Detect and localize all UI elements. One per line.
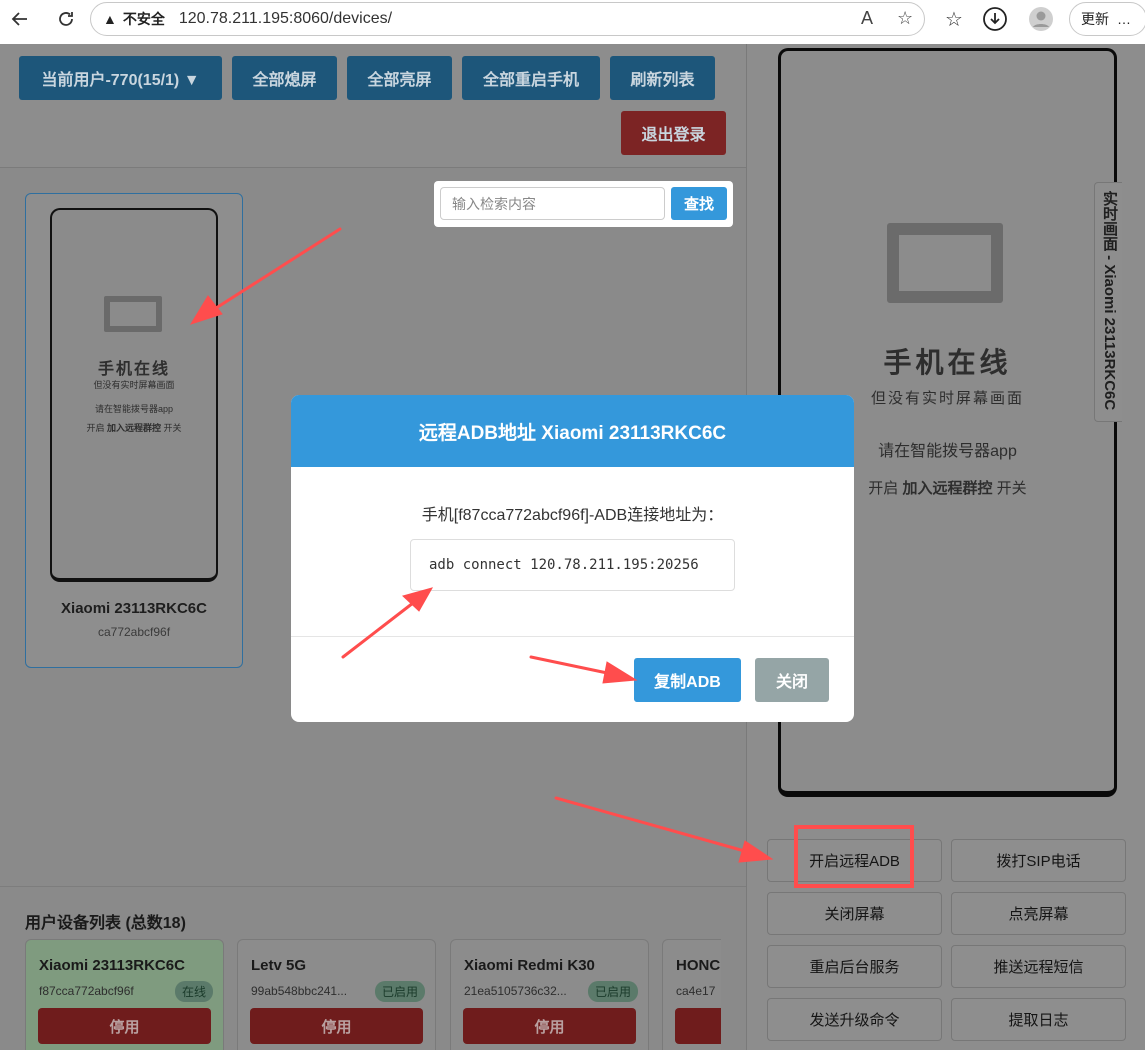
modal-footer: 复制ADB 关闭 xyxy=(291,636,854,722)
live-view-tab[interactable]: 实时画面 - Xiaomi 23113RKC6C xyxy=(1094,182,1122,422)
adb-command-field[interactable]: adb connect 120.78.211.195:20256 xyxy=(410,539,735,591)
restart-service-button[interactable]: 重启后台服务 xyxy=(767,945,942,988)
insecure-label: 不安全 xyxy=(122,11,165,27)
send-upgrade-button[interactable]: 发送升级命令 xyxy=(767,998,942,1041)
copy-adb-button[interactable]: 复制ADB xyxy=(634,658,741,702)
browser-toolbar: ▲ 不安全 120.78.211.195:8060/devices/ A ☆ ☆… xyxy=(0,0,1145,38)
status-badge: 已启用 xyxy=(587,981,638,1002)
favorites-list-icon[interactable]: ☆ xyxy=(940,5,968,33)
device-list-title: 用户设备列表 (总数18) xyxy=(25,915,186,932)
all-screen-off-button[interactable]: 全部熄屏 xyxy=(232,56,337,100)
list-item[interactable]: Letv 5G 99ab548bbc241... 已启用 停用 xyxy=(237,939,436,1050)
search-input[interactable]: 输入检索内容 xyxy=(440,187,665,220)
status-badge: 已启用 xyxy=(374,981,425,1002)
modal-title: 远程ADB地址 Xiaomi 23113RKC6C xyxy=(291,395,854,467)
disable-button[interactable]: 停用 xyxy=(250,1008,423,1044)
adb-modal: 远程ADB地址 Xiaomi 23113RKC6C 手机[f87cca772ab… xyxy=(291,395,854,722)
screen-off-button[interactable]: 关闭屏幕 xyxy=(767,892,942,935)
status-badge: 在线 xyxy=(174,981,213,1002)
back-arrow-icon[interactable] xyxy=(6,5,34,33)
disable-button[interactable]: 停用 xyxy=(38,1008,211,1044)
warning-triangle-icon: ▲ xyxy=(103,11,117,27)
modal-message: 手机[f87cca772abcf96f]-ADB连接地址为： xyxy=(421,507,724,524)
download-icon[interactable] xyxy=(981,5,1009,33)
list-item[interactable]: HONC ca4e17 xyxy=(662,939,721,1050)
all-reboot-button[interactable]: 全部重启手机 xyxy=(462,56,600,100)
device-list-section: 用户设备列表 (总数18) Xiaomi 23113RKC6C f87cca77… xyxy=(0,886,746,1050)
refresh-list-button[interactable]: 刷新列表 xyxy=(610,56,715,100)
list-item[interactable]: Xiaomi 23113RKC6C f87cca772abcf96f 在线 停用 xyxy=(25,939,224,1050)
placeholder-logo-icon xyxy=(104,296,162,332)
all-screen-on-button[interactable]: 全部亮屏 xyxy=(347,56,452,100)
list-item[interactable]: Xiaomi Redmi K30 21ea5105736c32... 已启用 停… xyxy=(450,939,649,1050)
current-user-dropdown[interactable]: 当前用户-770(15/1) ▼ xyxy=(19,56,222,100)
update-button[interactable]: 更新 … xyxy=(1069,2,1145,36)
search-button[interactable]: 查找 xyxy=(671,187,727,220)
highlight-annotation xyxy=(794,825,914,888)
profile-avatar-icon[interactable] xyxy=(1027,5,1055,33)
device-card[interactable]: 手机在线 但没有实时屏幕画面 请在智能拨号器app 开启 加入远程群控 开关 X… xyxy=(25,193,243,668)
device-screen-preview[interactable]: 手机在线 但没有实时屏幕画面 请在智能拨号器app 开启 加入远程群控 开关 xyxy=(50,208,218,582)
fetch-log-button[interactable]: 提取日志 xyxy=(951,998,1126,1041)
search-bar: 输入检索内容 查找 xyxy=(434,181,733,227)
toolbar: 当前用户-770(15/1) ▼ 全部熄屏 全部亮屏 全部重启手机 刷新列表 退… xyxy=(0,44,746,168)
logout-button[interactable]: 退出登录 xyxy=(621,111,726,155)
disable-button[interactable]: 停用 xyxy=(463,1008,636,1044)
screen-on-button[interactable]: 点亮屏幕 xyxy=(951,892,1126,935)
address-bar[interactable]: ▲ 不安全 120.78.211.195:8060/devices/ A ☆ xyxy=(90,2,925,36)
push-sms-button[interactable]: 推送远程短信 xyxy=(951,945,1126,988)
call-sip-button[interactable]: 拨打SIP电话 xyxy=(951,839,1126,882)
refresh-icon[interactable] xyxy=(52,5,80,33)
favorite-star-icon[interactable]: ☆ xyxy=(897,8,913,29)
url-text: 120.78.211.195:8060/devices/ xyxy=(178,10,393,27)
more-icon: … xyxy=(1117,11,1131,27)
placeholder-logo-icon xyxy=(887,223,1003,303)
read-aloud-icon[interactable]: A xyxy=(861,8,873,29)
device-name: Xiaomi 23113RKC6C xyxy=(61,600,207,617)
disable-button[interactable] xyxy=(675,1008,721,1044)
close-button[interactable]: 关闭 xyxy=(755,658,829,702)
device-id: ca772abcf96f xyxy=(97,625,171,639)
